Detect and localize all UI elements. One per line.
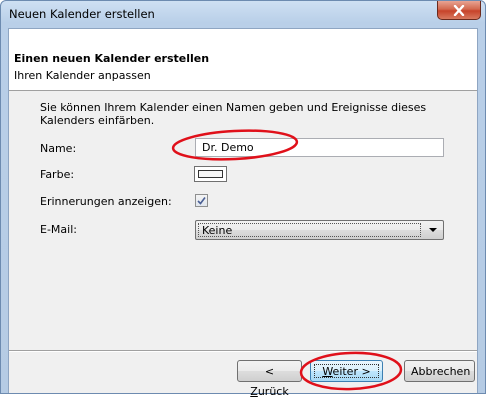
back-button-rest: urück — [257, 385, 289, 398]
dialog-client: Einen neuen Kalender erstellen Ihren Kal… — [8, 28, 478, 398]
cancel-button[interactable]: Abbrechen — [404, 360, 475, 382]
email-label: E-Mail: — [40, 223, 77, 236]
close-icon — [453, 4, 465, 16]
email-select[interactable]: Keine — [195, 220, 444, 240]
reminders-label: Erinnerungen anzeigen: — [40, 195, 172, 208]
chevron-down-icon — [429, 228, 437, 232]
back-button-prefix: < — [264, 365, 275, 378]
dialog-window: Neuen Kalender erstellen Einen neuen Kal… — [0, 0, 486, 398]
wizard-header: Einen neuen Kalender erstellen Ihren Kal… — [9, 29, 477, 91]
color-label: Farbe: — [40, 168, 75, 181]
title-bar[interactable]: Neuen Kalender erstellen — [1, 1, 485, 27]
header-subtitle: Ihren Kalender anpassen — [14, 69, 151, 82]
name-input[interactable] — [195, 138, 444, 157]
checkmark-icon — [197, 197, 206, 205]
focus-ring — [314, 364, 379, 378]
color-picker-button[interactable] — [194, 166, 227, 182]
reminders-checkbox[interactable] — [195, 194, 208, 207]
window-title: Neuen Kalender erstellen — [9, 7, 155, 21]
email-select-value: Keine — [198, 223, 421, 237]
name-label: Name: — [40, 142, 77, 155]
header-title: Einen neuen Kalender erstellen — [14, 52, 210, 65]
close-button[interactable] — [437, 1, 481, 20]
back-button-accesskey: Z — [250, 385, 258, 398]
intro-text: Sie können Ihrem Kalender einen Namen ge… — [40, 101, 427, 127]
back-button[interactable]: < Zurück — [237, 360, 302, 398]
button-separator — [9, 350, 477, 352]
next-button[interactable]: Weiter > — [310, 360, 383, 382]
